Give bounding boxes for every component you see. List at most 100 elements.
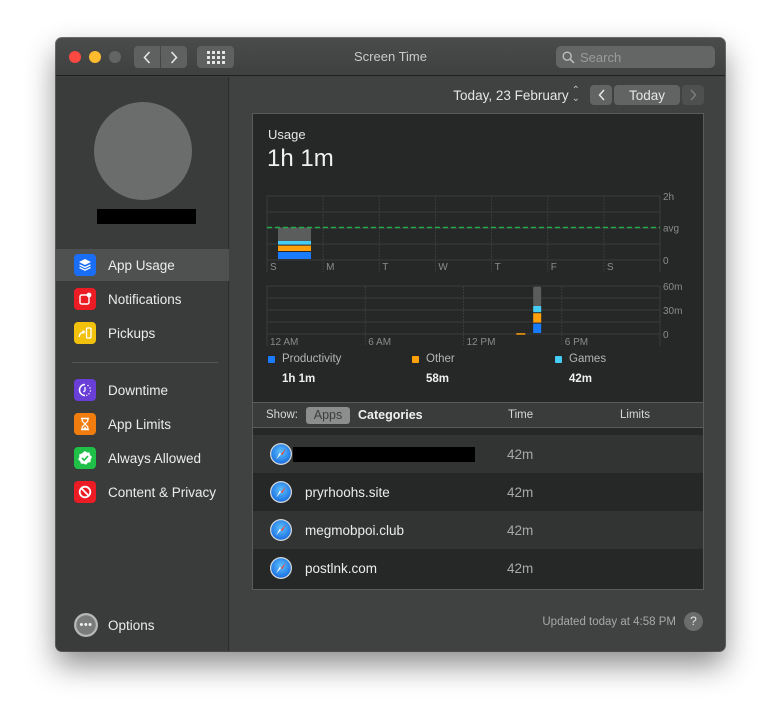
safari-compass-icon xyxy=(270,519,292,541)
hour-y-label-max: 60m xyxy=(663,282,682,293)
sidebar-item-notifications[interactable]: Notifications xyxy=(56,283,229,315)
sidebar-item-label: Notifications xyxy=(108,291,182,307)
notification-badge-icon xyxy=(74,288,96,310)
sidebar-item-label: Content & Privacy xyxy=(108,484,217,500)
updated-status: Updated today at 4:58 PM xyxy=(542,616,676,628)
checkmark-badge-icon xyxy=(74,447,96,469)
legend-value-productivity: 1h 1m xyxy=(282,373,316,385)
legend-swatch-other xyxy=(412,355,419,363)
table-row[interactable]: pryrhoohs.site 42m xyxy=(253,473,703,511)
week-y-label-zero: 0 xyxy=(663,256,669,267)
hour-tick-label: 12 PM xyxy=(467,337,496,348)
hour-y-label-zero: 0 xyxy=(663,330,669,341)
sidebar-item-label: App Limits xyxy=(108,416,172,432)
chevron-right-icon xyxy=(689,89,697,101)
app-name: megmobpoi.club xyxy=(305,522,405,538)
week-bar-other xyxy=(278,245,311,251)
sidebar-item-downtime[interactable]: Downtime xyxy=(56,374,229,406)
date-selector[interactable]: Today, 23 February xyxy=(453,88,568,103)
chevron-left-icon xyxy=(597,89,605,101)
hourglass-icon xyxy=(74,413,96,435)
table-row[interactable]: megmobpoi.club 42m xyxy=(253,511,703,549)
hour-tick-label: 12 AM xyxy=(270,337,298,348)
up-down-chevron-icon[interactable]: ⌃ ⌄ xyxy=(572,86,580,104)
week-y-label-max: 2h xyxy=(663,192,674,203)
app-time: 42m xyxy=(507,446,534,462)
sidebar-item-pickups[interactable]: Pickups xyxy=(56,317,229,349)
today-button[interactable]: Today xyxy=(614,85,680,105)
sidebar-item-app-usage[interactable]: App Usage xyxy=(56,249,229,281)
legend-other: Other xyxy=(412,353,455,365)
hour-y-label-mid: 30m xyxy=(663,306,682,317)
hour-tick-label: 6 AM xyxy=(368,337,391,348)
title-bar: Screen Time Search xyxy=(56,38,725,76)
sidebar: App Usage Notifications Pickups Downtime xyxy=(56,77,229,651)
sidebar-item-content-privacy[interactable]: Content & Privacy xyxy=(56,476,229,508)
legend-swatch-games xyxy=(555,355,562,363)
week-tick-label: F xyxy=(551,262,557,273)
column-header-limits[interactable]: Limits xyxy=(620,409,650,421)
legend-label: Games xyxy=(569,353,607,365)
downtime-clock-icon xyxy=(74,379,96,401)
help-button[interactable]: ? xyxy=(684,612,703,631)
legend-productivity: Productivity xyxy=(268,353,341,365)
user-name-redacted xyxy=(97,209,196,224)
week-tick-label: W xyxy=(438,262,448,273)
sidebar-item-app-limits[interactable]: App Limits xyxy=(56,408,229,440)
app-name: postlnk.com xyxy=(305,560,378,576)
week-bar-productivity xyxy=(278,252,311,259)
legend-value-games: 42m xyxy=(569,373,593,385)
table-header: Show: Apps Categories Time Limits xyxy=(253,402,703,428)
ellipsis-icon: ••• xyxy=(74,613,98,637)
sidebar-divider xyxy=(72,362,218,363)
options-label: Options xyxy=(108,617,155,633)
segment-apps[interactable]: Apps xyxy=(306,407,350,424)
sidebar-item-label: Always Allowed xyxy=(108,450,202,466)
date-navigation: Today, 23 February ⌃ ⌄ Today xyxy=(453,85,704,105)
usage-charts: S M T W T F S 2h avg 0 12 AM 6 AM 12 PM 6 PM 60m 30m 0 xyxy=(266,192,682,348)
hour-bar-other xyxy=(516,333,526,335)
hour-bar-other xyxy=(533,313,542,323)
app-name: pryrhoohs.site xyxy=(305,484,390,500)
segment-categories[interactable]: Categories xyxy=(358,408,423,422)
table-row[interactable]: 42m xyxy=(253,435,703,473)
prohibited-icon xyxy=(74,481,96,503)
column-header-time[interactable]: Time xyxy=(508,409,533,421)
sidebar-item-always-allowed[interactable]: Always Allowed xyxy=(56,442,229,474)
search-field[interactable]: Search xyxy=(556,46,715,68)
legend-label: Productivity xyxy=(282,353,342,365)
next-day-button[interactable] xyxy=(682,85,704,105)
legend-value-other: 58m xyxy=(426,373,450,385)
week-tick-label: S xyxy=(607,262,614,273)
main-content: Today, 23 February ⌃ ⌄ Today Usage 1h 1m … xyxy=(230,77,725,651)
week-tick-label: M xyxy=(326,262,334,273)
safari-compass-icon xyxy=(270,481,292,503)
app-time: 42m xyxy=(507,484,534,500)
sidebar-item-label: App Usage xyxy=(108,257,175,273)
pickup-phone-icon xyxy=(74,322,96,344)
hour-bar-uncategorized xyxy=(533,286,542,306)
screen-time-window: Screen Time Search App Usage Notificatio… xyxy=(56,38,725,651)
search-icon xyxy=(562,50,575,64)
safari-compass-icon xyxy=(270,443,292,465)
app-time: 42m xyxy=(507,560,534,576)
usage-panel: Usage 1h 1m S M T W T F S 2h avg 0 12 AM 6 AM 12 PM 6… xyxy=(252,113,704,590)
app-time: 42m xyxy=(507,522,534,538)
sidebar-item-label: Pickups xyxy=(108,325,156,341)
legend-label: Other xyxy=(426,353,455,365)
show-label: Show: xyxy=(266,409,298,421)
legend-games: Games xyxy=(555,353,606,365)
table-row[interactable]: postlnk.com 42m xyxy=(253,549,703,587)
week-tick-label: S xyxy=(270,262,277,273)
user-avatar xyxy=(94,102,192,200)
layers-icon xyxy=(74,254,96,276)
app-list: 42m pryrhoohs.site 42m megmobpoi.club 42… xyxy=(253,435,703,587)
options-button[interactable]: ••• Options xyxy=(74,613,155,637)
legend-swatch-productivity xyxy=(268,355,275,363)
week-bar-uncategorized xyxy=(278,227,311,241)
hour-tick-label: 6 PM xyxy=(565,337,588,348)
previous-day-button[interactable] xyxy=(590,85,612,105)
week-bar-games xyxy=(278,240,311,245)
week-tick-label: T xyxy=(382,262,388,273)
week-y-label-avg: avg xyxy=(663,223,679,234)
